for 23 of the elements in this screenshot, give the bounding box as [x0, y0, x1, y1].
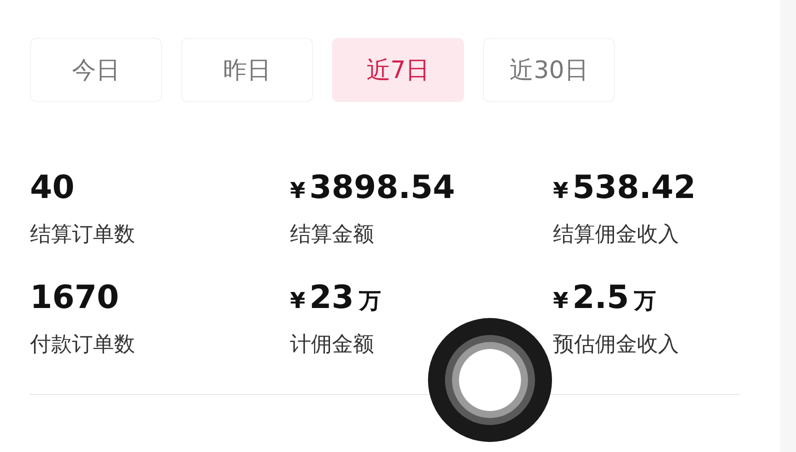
stat-label: 预估佣金收入	[553, 331, 680, 358]
currency-sign: ¥	[553, 289, 568, 314]
stat-label: 结算金额	[290, 221, 375, 248]
stat-value: 538.42	[572, 168, 696, 206]
period-tab[interactable]: 近30日	[483, 38, 615, 102]
stat-value: 3898.54	[309, 168, 456, 206]
period-tab[interactable]: 今日	[30, 38, 162, 102]
currency-sign: ¥	[553, 179, 568, 204]
stat-label: 计佣金额	[290, 331, 375, 358]
stat-value: 23	[309, 278, 354, 316]
period-tab[interactable]: 昨日	[181, 38, 313, 102]
stat-unit: 万	[634, 288, 656, 316]
stat-value: 2.5	[572, 278, 629, 316]
stat-label: 结算佣金收入	[553, 221, 680, 248]
stat-value: 40	[30, 168, 75, 206]
stat-value: 1670	[30, 278, 120, 316]
stat-unit: 万	[358, 288, 381, 316]
period-tab[interactable]: 近7日	[332, 38, 464, 102]
stat-label: 结算订单数	[30, 221, 136, 248]
stat-label: 付款订单数	[30, 331, 136, 358]
currency-sign: ¥	[290, 179, 306, 204]
currency-sign: ¥	[290, 289, 306, 314]
floating-touch-button[interactable]	[428, 318, 552, 442]
